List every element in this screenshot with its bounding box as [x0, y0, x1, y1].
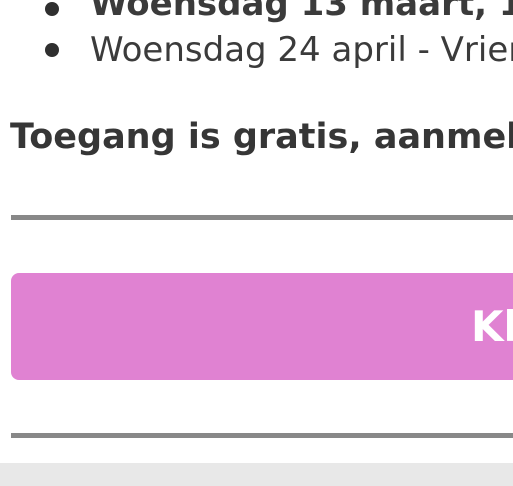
page: Woensdag 13 maart, 19.3 Woensdag 24 apri…	[0, 0, 513, 486]
event-date-text: Woensdag 24 april - Vrier	[90, 30, 513, 70]
bullet-icon	[45, 2, 59, 16]
access-note: Toegang is gratis, aanmelden	[10, 117, 513, 157]
cta-button[interactable]: Kli	[11, 273, 513, 380]
divider	[11, 433, 513, 438]
cta-label: Kli	[471, 302, 513, 351]
list-item: Woensdag 24 april - Vrier	[0, 24, 513, 76]
bullet-icon	[45, 43, 59, 57]
event-dates-list: Woensdag 13 maart, 19.3 Woensdag 24 apri…	[0, 0, 513, 78]
footer-strip	[0, 463, 513, 486]
divider	[11, 215, 513, 220]
